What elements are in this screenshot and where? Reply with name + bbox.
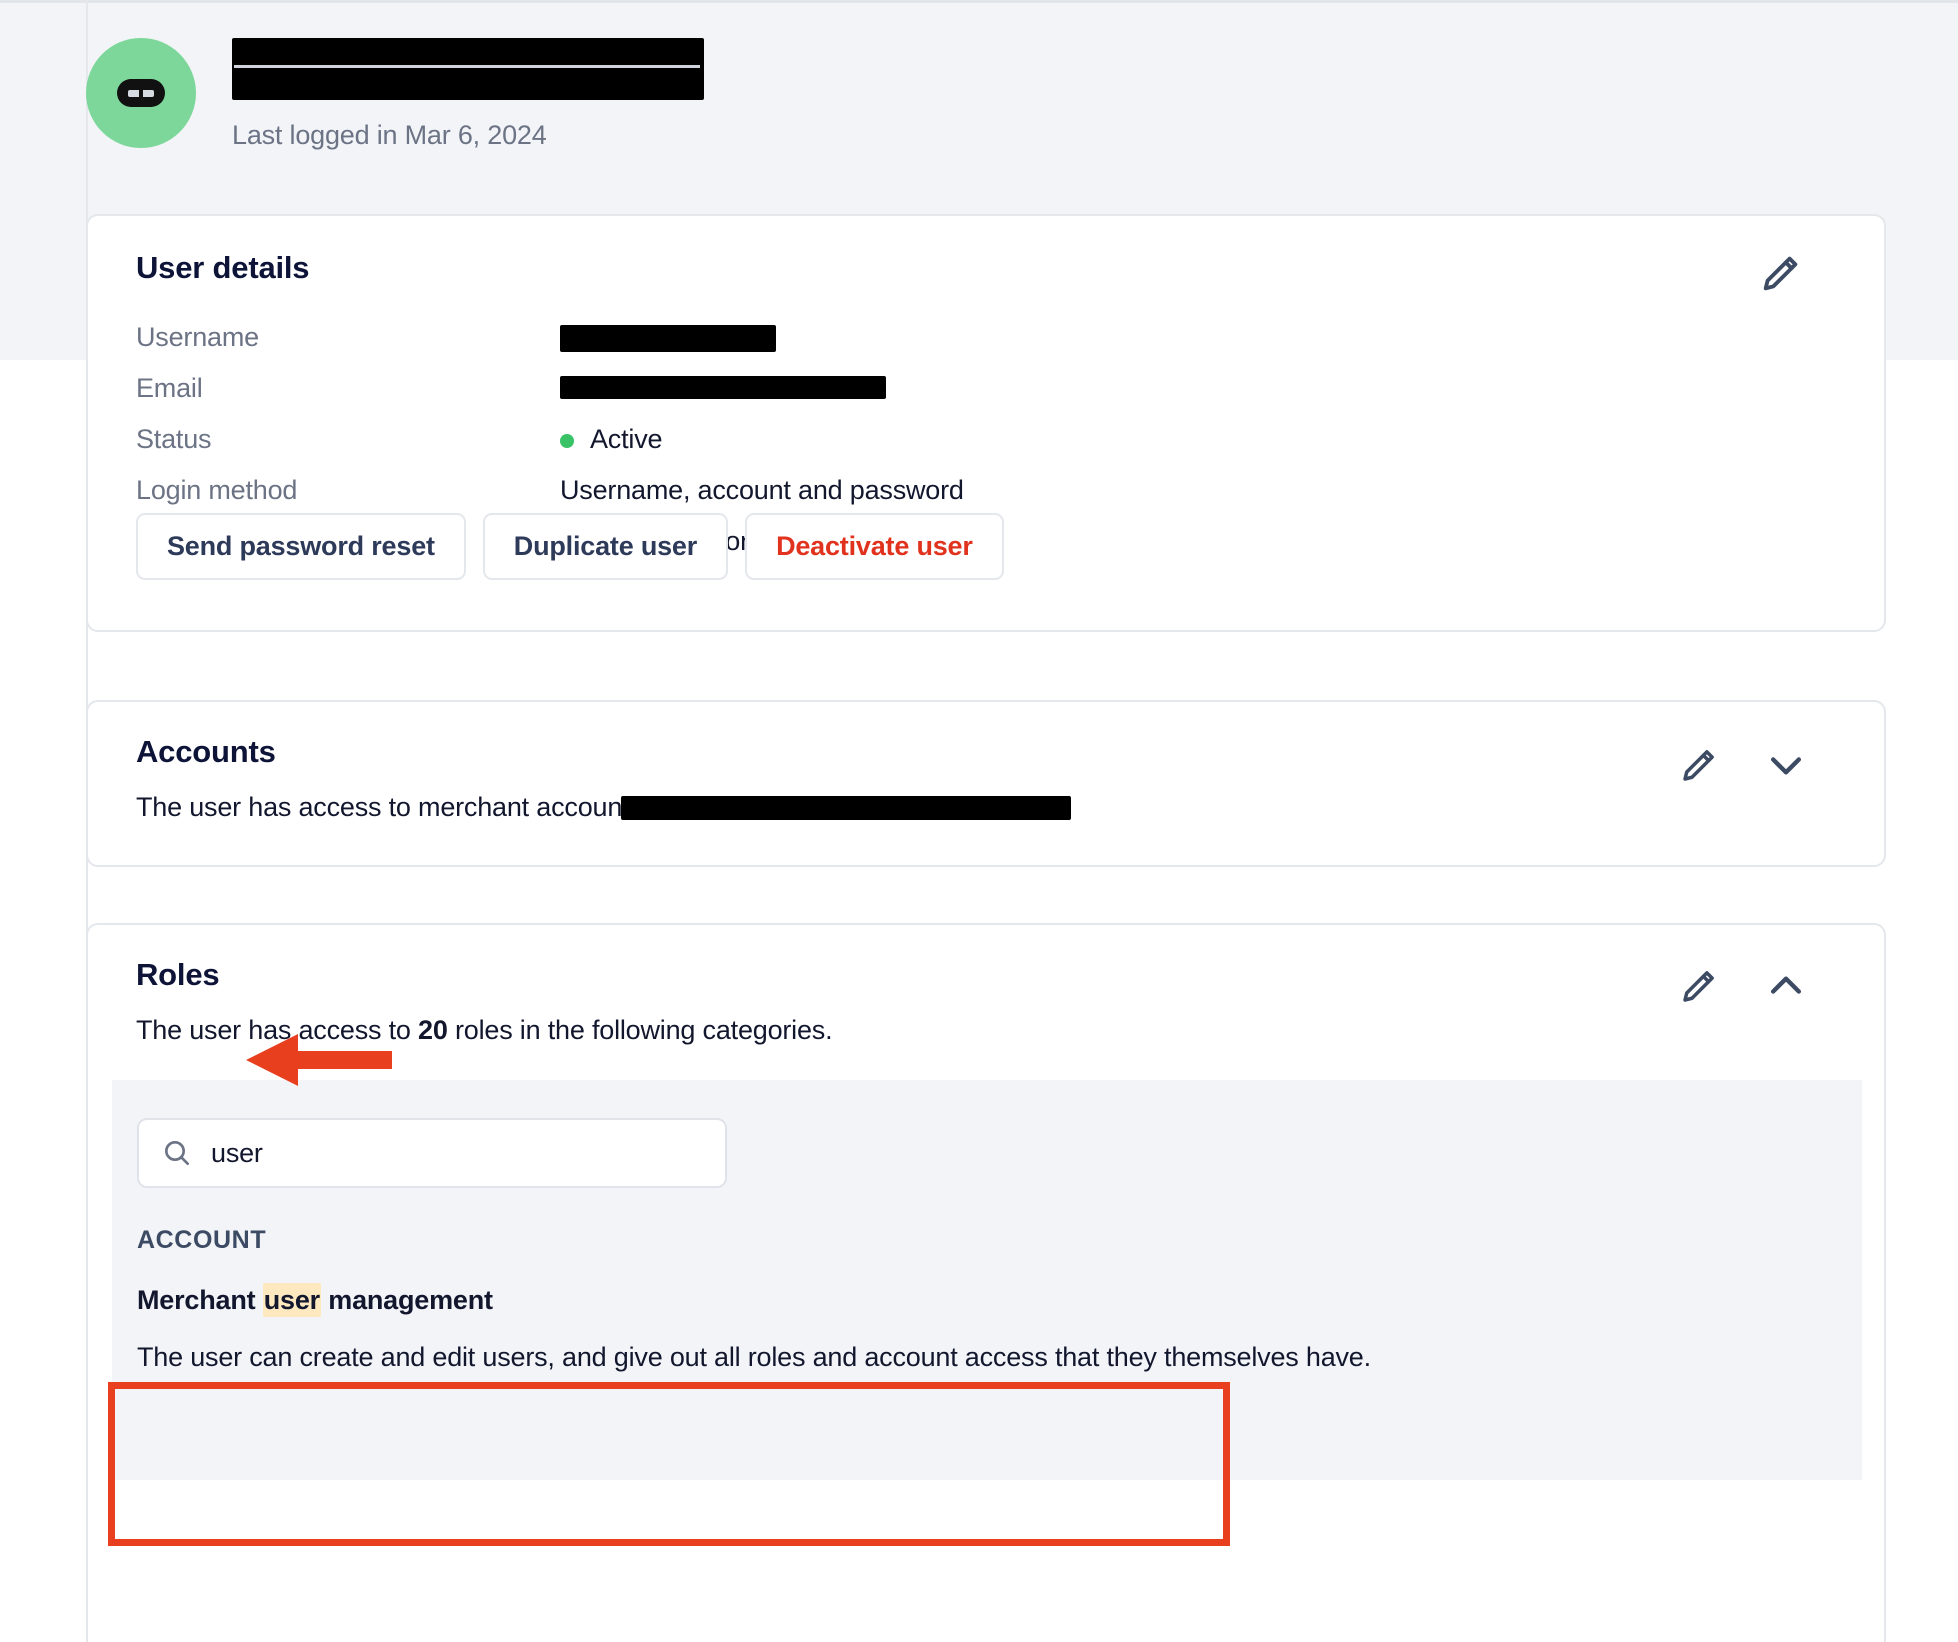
roles-collapse-button[interactable] [1764, 969, 1808, 1003]
roles-description-prefix: The user has access to [136, 1015, 419, 1045]
profile-header-text: Last logged in Mar 6, 2024 [232, 30, 704, 151]
status-badge: Active [590, 424, 663, 454]
chevron-down-icon [1770, 757, 1802, 775]
pencil-icon [1763, 256, 1798, 291]
role-search-results: ACCOUNT Merchant user management The use… [137, 1226, 1837, 1373]
result-role-name-highlight: user [262, 1283, 321, 1317]
roles-description: The user has access to 20 roles in the f… [136, 1015, 833, 1046]
accounts-card: Accounts The user has access to merchant… [86, 700, 1886, 867]
user-name-redacted [232, 38, 704, 100]
role-search-input[interactable]: user [137, 1118, 727, 1188]
duplicate-user-button[interactable]: Duplicate user [482, 513, 729, 580]
roles-card: Roles The user has access to 20 roles in… [86, 923, 1886, 1642]
email-redacted [560, 376, 886, 399]
roles-description-suffix: roles in the following categories. [447, 1015, 833, 1045]
detail-row-status: Status Active [136, 424, 1836, 475]
profile-header: Last logged in Mar 6, 2024 [86, 30, 1886, 180]
last-logged-in-text: Last logged in Mar 6, 2024 [232, 120, 547, 150]
roles-search-panel: user ACCOUNT Merchant user management Th… [112, 1080, 1862, 1480]
user-details-card: User details Username Email Status Activ… [86, 214, 1886, 632]
avatar-redaction-icon [117, 79, 165, 107]
search-icon [165, 1141, 189, 1165]
user-management-page: Last logged in Mar 6, 2024 User details … [0, 0, 1958, 1642]
detail-value: Username, account and password [560, 475, 964, 505]
avatar [86, 38, 196, 148]
result-group: ACCOUNT Merchant user management The use… [137, 1226, 1837, 1373]
detail-label: Username [136, 322, 259, 352]
accounts-value-redacted [621, 796, 1072, 820]
accounts-edit-button[interactable] [1678, 744, 1720, 786]
result-category-label: ACCOUNT [137, 1226, 267, 1254]
accounts-description: The user has access to merchant account [136, 792, 1072, 823]
roles-edit-button[interactable] [1678, 965, 1720, 1007]
send-password-reset-button[interactable]: Send password reset [136, 513, 466, 580]
result-role-name-before: Merchant [137, 1285, 263, 1315]
detail-row-username: Username [136, 322, 1836, 373]
user-details-actions: Send password reset Duplicate user Deact… [136, 513, 1004, 580]
accounts-title: Accounts [136, 734, 276, 769]
detail-label: Login method [136, 475, 298, 505]
roles-count: 20 [418, 1015, 448, 1045]
user-details-edit-button[interactable] [1758, 250, 1804, 296]
detail-row-email: Email [136, 373, 1836, 424]
pencil-icon [1683, 971, 1714, 1002]
roles-title: Roles [136, 957, 220, 992]
result-role-name[interactable]: Merchant user management [137, 1283, 1837, 1317]
user-details-title: User details [136, 250, 310, 285]
pencil-icon [1683, 750, 1714, 781]
top-divider-line [0, 0, 1958, 3]
username-redacted [560, 325, 776, 352]
status-dot-icon [560, 433, 574, 448]
accounts-description-text: The user has access to merchant account [136, 792, 630, 822]
result-role-description: The user can create and edit users, and … [137, 1342, 1371, 1372]
detail-value: Active [560, 424, 663, 455]
role-search-value: user [211, 1137, 263, 1168]
detail-label: Email [136, 373, 203, 403]
detail-value [560, 322, 776, 352]
accounts-collapse-button[interactable] [1764, 748, 1808, 782]
chevron-up-icon [1770, 976, 1802, 994]
detail-value[interactable] [560, 373, 886, 399]
detail-label: Status [136, 424, 212, 454]
deactivate-user-button[interactable]: Deactivate user [745, 513, 1004, 580]
result-role-name-after: management [320, 1285, 493, 1315]
